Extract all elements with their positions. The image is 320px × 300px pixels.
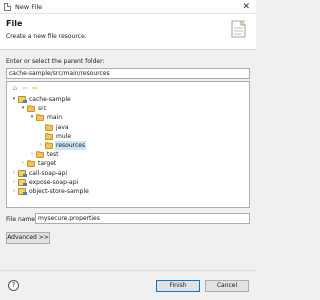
folder-icon xyxy=(27,160,35,168)
expand-arrow-icon[interactable]: › xyxy=(20,159,26,168)
tree-item[interactable]: ▾ src xyxy=(7,104,249,113)
tree-item[interactable]: › target xyxy=(7,159,249,168)
collapse-arrow-icon[interactable]: ▾ xyxy=(20,104,26,113)
new-file-icon xyxy=(4,3,11,11)
tree-item-label: expose-soap-api xyxy=(29,178,79,186)
parent-folder-label: Enter or select the parent folder: xyxy=(6,58,105,65)
tree-item-label: src xyxy=(38,105,47,113)
tree-item-label: cache-sample xyxy=(29,96,71,103)
expand-arrow-icon[interactable]: › xyxy=(29,150,35,159)
folder-icon xyxy=(36,151,44,159)
close-icon[interactable]: ✕ xyxy=(242,1,250,13)
finish-button[interactable]: Finish xyxy=(156,280,200,292)
tree-item-label: object-store-sample xyxy=(29,188,89,195)
tree-nav-toolbar: ⌂ ⇦ ⇨ xyxy=(11,84,39,92)
parent-folder-input[interactable]: cache-sample/src/main/resources xyxy=(6,68,250,79)
tree-item-label: java xyxy=(56,123,69,131)
footer-divider xyxy=(0,270,256,271)
project-icon xyxy=(18,188,27,195)
page-description: Create a new file resource. xyxy=(6,33,87,40)
folder-icon xyxy=(45,123,53,131)
folder-tree[interactable]: ⌂ ⇦ ⇨ ▾ cache-sample ▾ src ▾ main java mule › res… xyxy=(6,81,250,208)
help-icon[interactable]: ? xyxy=(8,280,19,291)
tree-item[interactable]: ▾ cache-sample xyxy=(7,95,249,104)
project-icon xyxy=(18,178,27,186)
file-name-input[interactable]: mysecure.properties xyxy=(35,213,250,224)
expand-arrow-icon[interactable]: › xyxy=(11,169,17,178)
folder-icon xyxy=(45,132,53,140)
tree-item-label: call-soap-api xyxy=(29,169,68,177)
forward-arrow-icon[interactable]: ⇨ xyxy=(31,84,39,92)
tree-item[interactable]: ▾ main xyxy=(7,113,249,122)
back-arrow-icon[interactable]: ⇦ xyxy=(21,84,29,92)
tree-item-label: target xyxy=(38,160,57,168)
tree-item[interactable]: › resources xyxy=(7,141,249,150)
folder-icon xyxy=(36,114,44,122)
cancel-button[interactable]: Cancel xyxy=(205,280,249,292)
tree-item[interactable]: › expose-soap-api xyxy=(7,178,249,187)
tree-item-label: test xyxy=(47,151,59,159)
wizard-banner: File Create a new file resource. xyxy=(0,14,256,50)
project-icon xyxy=(18,169,27,177)
page-heading: File xyxy=(6,19,23,28)
home-icon[interactable]: ⌂ xyxy=(11,84,19,92)
tree-item[interactable]: mule xyxy=(7,132,249,141)
expand-arrow-icon[interactable]: › xyxy=(11,187,17,196)
expand-arrow-icon[interactable]: › xyxy=(38,141,44,150)
collapse-arrow-icon[interactable]: ▾ xyxy=(29,113,35,122)
folder-icon xyxy=(45,142,53,149)
tree-item-label: resources xyxy=(55,141,87,150)
tree-item[interactable]: › test xyxy=(7,150,249,159)
wizard-file-icon xyxy=(231,20,246,38)
project-icon xyxy=(18,96,27,103)
collapse-arrow-icon[interactable]: ▾ xyxy=(11,95,17,104)
file-name-label: File name: xyxy=(6,216,37,223)
tree-item-label: main xyxy=(47,114,62,122)
tree-item[interactable]: › object-store-sample xyxy=(7,187,249,196)
window-title: New File xyxy=(15,3,43,11)
expand-arrow-icon[interactable]: › xyxy=(11,178,17,187)
title-bar: New File ✕ xyxy=(0,0,256,14)
tree-item-label: mule xyxy=(56,132,72,140)
tree-item[interactable]: java xyxy=(7,123,249,132)
tree-item[interactable]: › call-soap-api xyxy=(7,169,249,178)
folder-icon xyxy=(27,105,35,113)
advanced-button[interactable]: Advanced >> xyxy=(6,232,50,244)
